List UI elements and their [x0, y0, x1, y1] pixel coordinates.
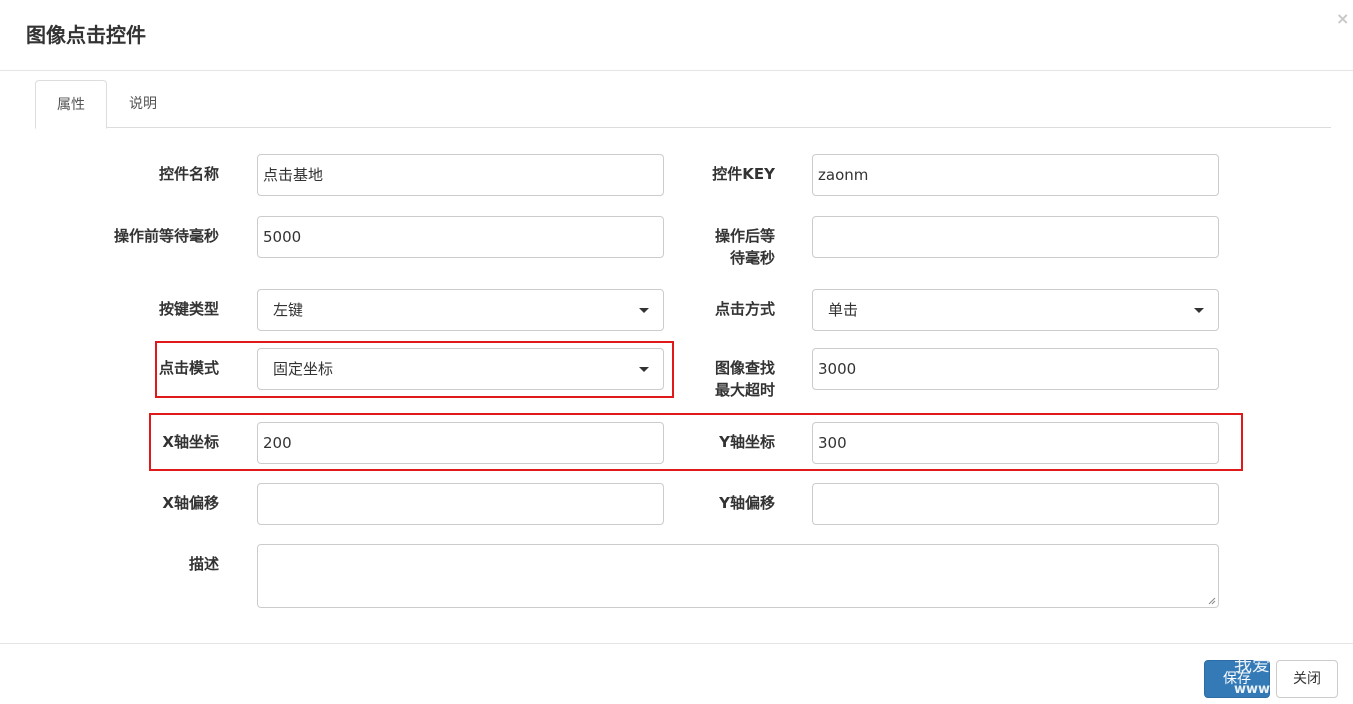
image-timeout-label: 图像查找 最大超时 [690, 357, 775, 401]
x-offset-label: X轴偏移 [162, 494, 219, 512]
x-coord-label: X轴坐标 [162, 433, 219, 451]
y-coord-input[interactable]: 300 [812, 422, 1219, 464]
click-mode-label: 点击模式 [158, 359, 219, 377]
image-timeout-label-line2: 最大超时 [714, 381, 775, 399]
watermark-url: www. [1234, 682, 1275, 697]
click-mode-selected: 固定坐标 [273, 360, 334, 378]
key-type-select[interactable]: 左键 [257, 289, 664, 331]
dialog-title: 图像点击控件 [26, 23, 146, 47]
chevron-down-icon [1194, 308, 1204, 313]
y-coord-label: Y轴坐标 [719, 433, 775, 451]
watermark-text: 我爱 [1234, 655, 1270, 676]
description-textarea[interactable] [257, 544, 1219, 608]
dialog-header: 图像点击控件 × [0, 0, 1353, 71]
wait-after-label-line1: 操作后等 [714, 227, 775, 245]
key-type-label: 按键类型 [158, 300, 219, 318]
control-name-label: 控件名称 [158, 165, 219, 183]
chevron-down-icon [639, 367, 649, 372]
tab-properties[interactable]: 属性 [35, 80, 107, 129]
click-method-label: 点击方式 [714, 300, 775, 318]
click-method-select[interactable]: 单击 [812, 289, 1219, 331]
control-key-label: 控件KEY [712, 165, 775, 183]
tab-bar: 属性 说明 [35, 80, 1331, 129]
tab-description[interactable]: 说明 [113, 80, 173, 128]
click-mode-select[interactable]: 固定坐标 [257, 348, 664, 390]
key-type-selected: 左键 [273, 301, 304, 319]
wait-before-label: 操作前等待毫秒 [113, 227, 219, 245]
control-name-input[interactable]: 点击基地 [257, 154, 664, 196]
y-offset-input[interactable] [812, 483, 1219, 525]
image-timeout-input[interactable]: 3000 [812, 348, 1219, 390]
y-offset-label: Y轴偏移 [719, 494, 775, 512]
description-label: 描述 [188, 555, 219, 573]
click-method-selected: 单击 [828, 301, 859, 319]
close-button[interactable]: 关闭 [1276, 660, 1338, 698]
wait-after-input[interactable] [812, 216, 1219, 258]
footer-divider [0, 643, 1353, 644]
wait-after-label-line2: 待毫秒 [729, 249, 775, 267]
chevron-down-icon [639, 308, 649, 313]
wait-before-input[interactable]: 5000 [257, 216, 664, 258]
x-offset-input[interactable] [257, 483, 664, 525]
wait-after-label: 操作后等 待毫秒 [690, 225, 775, 269]
resize-handle-icon[interactable] [1208, 597, 1216, 605]
control-key-input[interactable]: zaonm [812, 154, 1219, 196]
image-timeout-label-line1: 图像查找 [714, 359, 775, 377]
close-icon[interactable]: × [1336, 9, 1349, 29]
x-coord-input[interactable]: 200 [257, 422, 664, 464]
